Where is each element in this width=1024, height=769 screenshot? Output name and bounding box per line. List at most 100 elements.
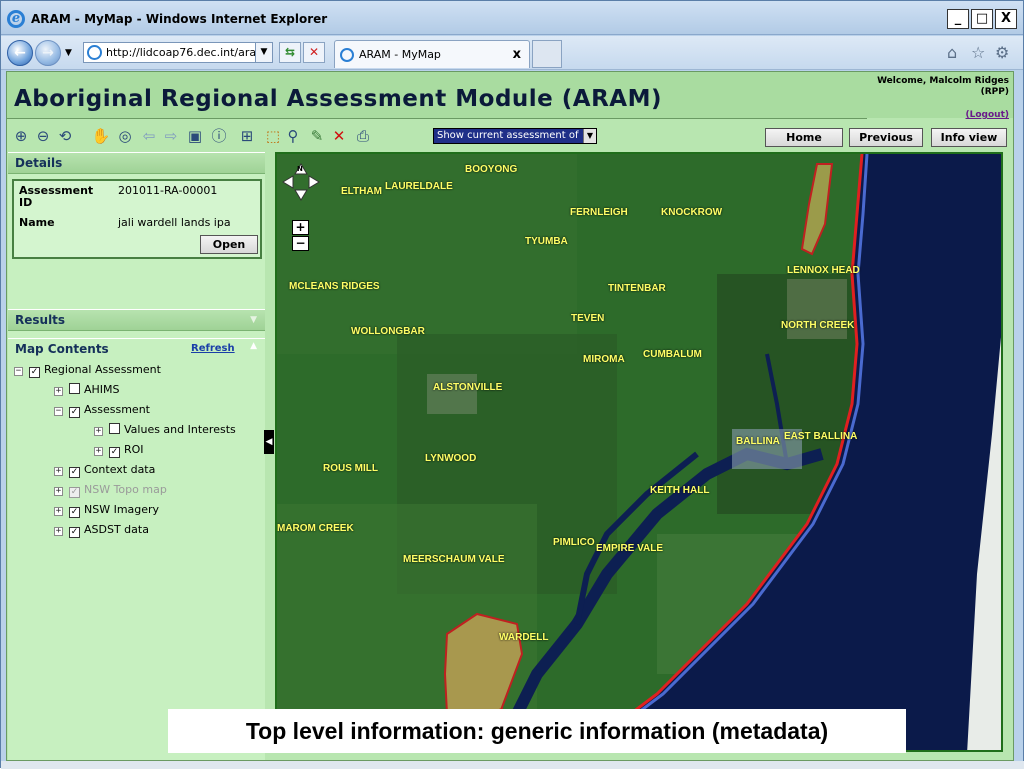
browser-window: e ARAM - MyMap - Windows Internet Explor… (0, 0, 1024, 769)
draw-icon[interactable]: ✎ (307, 126, 327, 146)
tree-item[interactable]: − ✓ Regional Assessment (14, 362, 161, 378)
history-dropdown-icon[interactable]: ▼ (65, 48, 72, 58)
minimize-button[interactable]: _ (947, 9, 969, 29)
gear-icon[interactable]: ⚙ (995, 44, 1009, 62)
place-label: MAROM CREEK (277, 523, 354, 534)
place-label: WARDELL (499, 632, 549, 643)
place-label: KEITH HALL (650, 485, 710, 496)
maximize-button[interactable]: □ (971, 9, 993, 29)
previous-button[interactable]: Previous (849, 128, 923, 147)
layer-checkbox[interactable] (109, 423, 120, 434)
tree-expander-icon[interactable]: + (54, 527, 63, 536)
tree-expander-icon[interactable]: + (54, 507, 63, 516)
tree-item-label: NSW Topo map (84, 483, 167, 496)
back-button[interactable]: ← (7, 40, 33, 66)
tree-item[interactable]: + ✓ ASDST data (54, 522, 149, 538)
forward-button[interactable]: → (35, 40, 61, 66)
info-view-button[interactable]: Info view (931, 128, 1007, 147)
layer-checkbox[interactable]: ✓ (29, 367, 40, 378)
tree-expander-icon[interactable]: − (14, 367, 23, 376)
tree-expander-icon[interactable]: + (94, 427, 103, 436)
page-icon (87, 45, 102, 60)
place-label: LAURELDALE (385, 181, 453, 192)
tab-close-icon[interactable]: x (513, 41, 521, 69)
refresh-icon[interactable]: ⇆ (279, 42, 301, 63)
select-features-icon[interactable]: ⬚ (263, 126, 283, 146)
tree-expander-icon[interactable]: + (94, 447, 103, 456)
expand-icon[interactable]: ▼ (250, 315, 257, 325)
place-label: ELTHAM (341, 186, 382, 197)
address-dropdown-icon[interactable]: ▼ (255, 43, 272, 62)
aram-app: Aboriginal Regional Assessment Module (A… (6, 71, 1014, 761)
logout-link[interactable]: (Logout) (966, 110, 1009, 120)
refresh-map-icon[interactable]: ⟲ (55, 126, 75, 146)
open-button[interactable]: Open (200, 235, 258, 254)
details-header[interactable]: Details (8, 152, 265, 174)
welcome-user: Welcome, Malcolm Ridges (877, 76, 1009, 86)
home-icon[interactable]: ⌂ (947, 44, 957, 62)
print-icon[interactable]: ⎙ (353, 126, 373, 146)
layer-checkbox[interactable]: ✓ (69, 467, 80, 478)
layer-checkbox[interactable]: ✓ (69, 407, 80, 418)
stop-icon[interactable]: ✕ (303, 42, 325, 63)
tab-title: ARAM - MyMap (359, 48, 441, 61)
find-icon[interactable]: ⚲ (283, 126, 303, 146)
layer-checkbox[interactable]: ✓ (109, 447, 120, 458)
name-value: jali wardell lands ipa (118, 216, 231, 229)
identify-icon[interactable]: ⓘ (209, 126, 229, 146)
map-view[interactable]: N + − BOOYONG ELTHAM LAURELDALE FERNLEIGH KN… (275, 152, 1003, 752)
place-label: EAST BALLINA (784, 431, 858, 442)
address-bar[interactable]: http://lidcoap76.dec.int/ara (83, 42, 273, 63)
next-extent-icon[interactable]: ⇨ (161, 126, 181, 146)
browser-nav-row: ← → ▼ http://lidcoap76.dec.int/ara ▼ ⇆ ✕… (1, 36, 1023, 70)
clear-icon[interactable]: ✕ (329, 126, 349, 146)
header-divider (7, 118, 867, 119)
collapse-icon[interactable]: ▲ (250, 341, 257, 351)
tree-item[interactable]: + ✓ ROI (94, 442, 144, 458)
pan-control[interactable]: N (281, 162, 321, 202)
left-panel: Details Assessment ID 201011-RA-00001 Na… (8, 152, 265, 760)
tree-item[interactable]: + ✓ Context data (54, 462, 155, 478)
map-contents-header[interactable]: Map Contents Refresh ▲ (8, 338, 265, 360)
place-label: PIMLICO (553, 537, 595, 548)
full-extent-icon[interactable]: ◎ (115, 126, 135, 146)
panel-collapse-handle[interactable]: ◀ (264, 430, 274, 454)
tree-expander-icon[interactable]: + (54, 487, 63, 496)
layer-checkbox[interactable]: ✓ (69, 487, 80, 498)
refresh-link[interactable]: Refresh (191, 343, 235, 354)
zoom-to-layer-icon[interactable]: ▣ (185, 126, 205, 146)
tree-item[interactable]: + ✓ NSW Imagery (54, 502, 159, 518)
assessment-view-select[interactable]: Show current assessment of ▼ (433, 128, 597, 144)
favorites-star-icon[interactable]: ☆ (971, 44, 985, 62)
pan-hand-icon[interactable]: ✋ (91, 126, 111, 146)
layer-checkbox[interactable] (69, 383, 80, 394)
place-label: LENNOX HEAD (787, 265, 860, 276)
zoom-out-icon[interactable]: ⊖ (33, 126, 53, 146)
new-tab-button[interactable] (532, 40, 562, 68)
tree-item[interactable]: + AHIMS (54, 382, 120, 398)
map-contents-title: Map Contents (15, 342, 109, 356)
tree-expander-icon[interactable]: + (54, 467, 63, 476)
zoom-in-icon[interactable]: ⊕ (11, 126, 31, 146)
layer-checkbox[interactable]: ✓ (69, 507, 80, 518)
tree-item[interactable]: + ✓ NSW Topo map (54, 482, 167, 498)
place-label: WOLLONGBAR (351, 326, 425, 337)
layer-checkbox[interactable]: ✓ (69, 527, 80, 538)
tree-item-label: Assessment (84, 403, 150, 416)
place-label: FERNLEIGH (570, 207, 628, 218)
map-zoom-in-button[interactable]: + (292, 220, 309, 235)
previous-extent-icon[interactable]: ⇦ (139, 126, 159, 146)
tree-item[interactable]: − ✓ Assessment (54, 402, 150, 418)
results-title: Results (15, 313, 66, 327)
home-button[interactable]: Home (765, 128, 843, 147)
tree-expander-icon[interactable]: + (54, 387, 63, 396)
place-label: BALLINA (736, 436, 780, 447)
results-header[interactable]: Results ▼ (8, 309, 265, 331)
assessment-id-value: 201011-RA-00001 (118, 184, 218, 197)
map-zoom-out-button[interactable]: − (292, 236, 309, 251)
close-window-button[interactable]: X (995, 9, 1017, 29)
tab-aram-mymap[interactable]: ARAM - MyMap x (334, 40, 530, 68)
measure-icon[interactable]: ⊞ (237, 126, 257, 146)
tree-item[interactable]: + Values and Interests (94, 422, 236, 438)
tree-expander-icon[interactable]: − (54, 407, 63, 416)
